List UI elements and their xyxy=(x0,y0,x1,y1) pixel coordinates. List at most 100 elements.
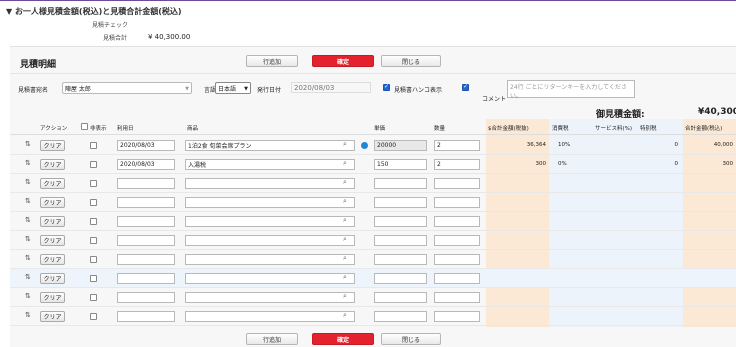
language-select[interactable]: 日本語 ▼ xyxy=(215,82,251,94)
hide-checkbox[interactable] xyxy=(90,161,97,168)
date-field[interactable] xyxy=(117,273,175,284)
clear-button[interactable]: クリア xyxy=(40,216,65,227)
price-field[interactable] xyxy=(374,197,427,208)
date-field[interactable]: 2020/08/03 xyxy=(117,159,175,170)
lookup-icon[interactable]: ⌕ xyxy=(343,254,347,263)
drag-handle-icon[interactable]: ⇅ xyxy=(25,197,31,205)
close-button[interactable]: 閉じる xyxy=(381,55,441,67)
lookup-icon[interactable]: ⌕ xyxy=(343,140,347,149)
qty-field[interactable] xyxy=(434,254,480,265)
price-field[interactable] xyxy=(374,235,427,246)
header-subtotal: $合計金額(税抜) xyxy=(488,126,529,132)
close-button-bottom[interactable]: 閉じる xyxy=(381,333,441,345)
date-field[interactable] xyxy=(117,197,175,208)
price-field[interactable]: 20000 xyxy=(374,140,427,151)
drag-handle-icon[interactable]: ⇅ xyxy=(25,311,31,319)
qty-field[interactable]: 2 xyxy=(434,140,480,151)
qty-field[interactable] xyxy=(434,273,480,284)
item-field[interactable] xyxy=(185,292,355,303)
qty-field[interactable]: 2 xyxy=(434,159,480,170)
addressee-label: 見積書宛名 xyxy=(18,87,49,94)
drag-handle-icon[interactable]: ⇅ xyxy=(25,273,31,281)
date-field[interactable] xyxy=(117,292,175,303)
clear-button[interactable]: クリア xyxy=(40,254,65,265)
hide-checkbox[interactable] xyxy=(90,199,97,206)
drag-handle-icon[interactable]: ⇅ xyxy=(25,140,31,148)
qty-field[interactable] xyxy=(434,178,480,189)
add-row-button[interactable]: 行追加 xyxy=(246,55,298,67)
hide-checkbox[interactable] xyxy=(90,275,97,282)
qty-field[interactable] xyxy=(434,292,480,303)
hide-checkbox[interactable] xyxy=(90,237,97,244)
drag-handle-icon[interactable]: ⇅ xyxy=(25,292,31,300)
issue-date-field[interactable]: 2020/08/03 xyxy=(291,82,371,93)
price-field[interactable] xyxy=(374,273,427,284)
qty-field[interactable] xyxy=(434,311,480,322)
drag-handle-icon[interactable]: ⇅ xyxy=(25,254,31,262)
date-field[interactable] xyxy=(117,216,175,227)
lookup-icon[interactable]: ⌕ xyxy=(343,311,347,320)
item-field[interactable]: 入湯税 xyxy=(185,159,355,170)
item-field[interactable] xyxy=(185,197,355,208)
drag-handle-icon[interactable]: ⇅ xyxy=(25,178,31,186)
clear-button[interactable]: クリア xyxy=(40,197,65,208)
item-field[interactable]: 1泊2食 旬菜会席プラン xyxy=(185,140,355,151)
clear-button[interactable]: クリア xyxy=(40,292,65,303)
clear-button[interactable]: クリア xyxy=(40,178,65,189)
lookup-icon[interactable]: ⌕ xyxy=(343,178,347,187)
qty-field[interactable] xyxy=(434,235,480,246)
comment-textarea[interactable]: 24行 ごとにリターンキーを入力してください。 xyxy=(507,80,635,100)
clear-button[interactable]: クリア xyxy=(40,235,65,246)
item-field[interactable] xyxy=(185,235,355,246)
hide-checkbox[interactable] xyxy=(90,142,97,149)
date-field[interactable] xyxy=(117,254,175,265)
price-field[interactable] xyxy=(374,292,427,303)
price-field[interactable] xyxy=(374,178,427,189)
info-icon[interactable] xyxy=(361,142,368,149)
date-field[interactable] xyxy=(117,235,175,246)
date-field[interactable]: 2020/08/03 xyxy=(117,140,175,151)
clear-button[interactable]: クリア xyxy=(40,273,65,284)
item-field[interactable] xyxy=(185,254,355,265)
clear-button[interactable]: クリア xyxy=(40,311,65,322)
lookup-icon[interactable]: ⌕ xyxy=(343,159,347,168)
hide-checkbox[interactable] xyxy=(90,218,97,225)
item-field[interactable] xyxy=(185,178,355,189)
lookup-icon[interactable]: ⌕ xyxy=(343,273,347,282)
clear-button[interactable]: クリア xyxy=(40,140,65,151)
qty-field[interactable] xyxy=(434,216,480,227)
confirm-button[interactable]: 確定 xyxy=(312,55,374,67)
header-date: 利用日 xyxy=(117,126,134,132)
stamp-checkbox-2[interactable] xyxy=(462,83,469,91)
hide-checkbox[interactable] xyxy=(90,256,97,263)
item-field[interactable] xyxy=(185,273,355,284)
price-field[interactable] xyxy=(374,216,427,227)
drag-handle-icon[interactable]: ⇅ xyxy=(25,235,31,243)
summary-title[interactable]: ▼ お一人様見積金額(税込)と見積合計金額(税込) xyxy=(6,6,182,17)
item-field[interactable] xyxy=(185,216,355,227)
hide-all-checkbox[interactable] xyxy=(81,123,88,130)
date-field[interactable] xyxy=(117,311,175,322)
confirm-button-bottom[interactable]: 確定 xyxy=(312,333,374,345)
hide-checkbox[interactable] xyxy=(90,313,97,320)
lookup-icon[interactable]: ⌕ xyxy=(343,197,347,206)
panel-divider xyxy=(10,73,736,74)
table-row: ⇅ クリア ⌕ xyxy=(10,231,736,250)
drag-handle-icon[interactable]: ⇅ xyxy=(25,216,31,224)
drag-handle-icon[interactable]: ⇅ xyxy=(25,159,31,167)
date-field[interactable] xyxy=(117,178,175,189)
stamp-checkbox[interactable] xyxy=(383,83,390,91)
lookup-icon[interactable]: ⌕ xyxy=(343,216,347,225)
lookup-icon[interactable]: ⌕ xyxy=(343,235,347,244)
item-field[interactable] xyxy=(185,311,355,322)
price-field[interactable] xyxy=(374,254,427,265)
qty-field[interactable] xyxy=(434,197,480,208)
hide-checkbox[interactable] xyxy=(90,180,97,187)
hide-checkbox[interactable] xyxy=(90,294,97,301)
price-field[interactable]: 150 xyxy=(374,159,427,170)
clear-button[interactable]: クリア xyxy=(40,159,65,170)
addressee-select[interactable]: 陣屋 太郎 ▼ xyxy=(62,82,192,94)
add-row-button-bottom[interactable]: 行追加 xyxy=(246,333,298,345)
lookup-icon[interactable]: ⌕ xyxy=(343,292,347,301)
price-field[interactable] xyxy=(374,311,427,322)
